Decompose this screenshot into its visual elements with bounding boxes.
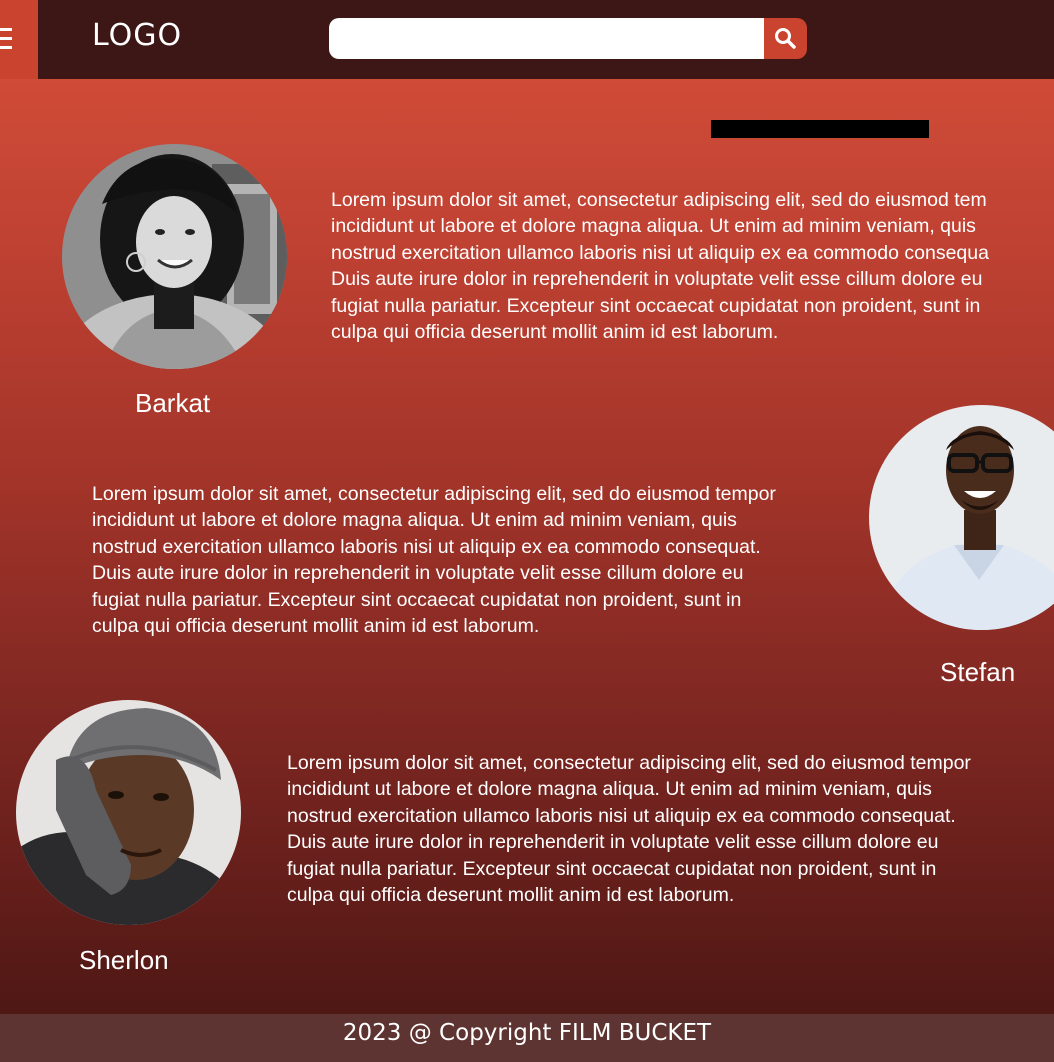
profile-bio-barkat: Lorem ipsum dolor sit amet, consectetur … <box>331 189 989 344</box>
avatar-stefan <box>869 405 1054 630</box>
top-header: LOGO <box>0 0 1054 79</box>
search-input[interactable] <box>329 18 765 59</box>
profile-bio-sherlon: Lorem ipsum dolor sit amet, consectetur … <box>287 752 971 907</box>
profile-name-sherlon: Sherlon <box>79 945 169 975</box>
search-icon <box>775 28 796 49</box>
avatar-sherlon <box>16 700 241 925</box>
redacted-heading <box>711 120 929 138</box>
profile-bio-stefan: Lorem ipsum dolor sit amet, consectetur … <box>92 483 776 638</box>
avatar-barkat <box>62 144 287 369</box>
profile-name-stefan: Stefan <box>940 657 1016 687</box>
logo[interactable]: LOGO <box>92 18 182 53</box>
profile-name-barkat: Barkat <box>135 388 211 418</box>
menu-button[interactable] <box>0 0 38 79</box>
about-page: LOGO Barkat Lorem ipsum dolor sit amet, … <box>0 0 1054 1062</box>
footer-copyright: 2023 @ Copyright FILM BUCKET <box>342 1020 712 1046</box>
search-button[interactable] <box>764 18 807 59</box>
